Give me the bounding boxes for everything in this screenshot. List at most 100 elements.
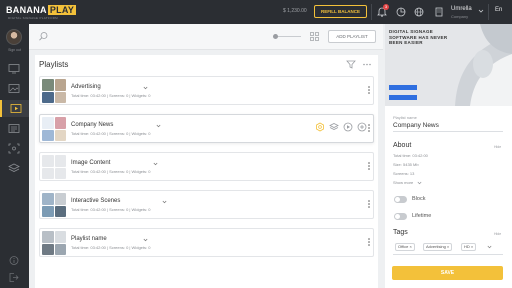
logo-text-b: PLAY: [47, 5, 77, 15]
playlist-name: Advertising: [71, 84, 101, 90]
chevron-down-icon[interactable]: [143, 86, 148, 90]
globe-icon[interactable]: [413, 6, 425, 18]
playlist-meta: Total time: 03:42:00 | Screens: 0 | Widg…: [71, 93, 151, 98]
about-size: Size: 5435 Mb: [393, 162, 419, 167]
playlist-icon: [10, 104, 22, 113]
signout-link[interactable]: Sign out: [3, 48, 26, 52]
playlist-thumbnail: [42, 79, 66, 103]
playlist-row-interactive-scenes[interactable]: Interactive Scenes Total time: 03:42:00 …: [39, 190, 374, 219]
playlist-row-playlist-name[interactable]: Playlist name Total time: 03:42:00 | Scr…: [39, 228, 374, 257]
sidebar: Sign out: [0, 24, 29, 288]
header-divider: [488, 4, 489, 20]
logo-tagline: DIGITAL SIGNAGE PLATFORM: [8, 16, 58, 20]
sidebar-item-scenes[interactable]: [0, 140, 29, 157]
play-circle-icon[interactable]: [343, 122, 353, 132]
preview-cta-button: [389, 95, 417, 100]
schedule-list-icon: [8, 124, 20, 133]
sidebar-item-playlists[interactable]: [0, 100, 29, 117]
save-button[interactable]: SAVE: [392, 266, 503, 280]
sidebar-item-logout[interactable]: [0, 269, 29, 286]
settings-hex-icon[interactable]: [315, 122, 325, 132]
notification-count-badge: 3: [383, 4, 389, 10]
avatar[interactable]: [6, 29, 22, 45]
tag-label: Advertising: [426, 244, 446, 249]
tag-chip[interactable]: Office ×: [395, 243, 415, 251]
playlist-meta: Total time: 03:42:00 | Screens: 0 | Widg…: [71, 131, 151, 136]
chevron-down-icon[interactable]: [162, 200, 167, 204]
sidebar-item-screens[interactable]: [0, 60, 29, 77]
header-divider: [371, 4, 372, 20]
playlist-name: Interactive Scenes: [71, 198, 121, 204]
image-gallery-icon: [8, 84, 20, 93]
chevron-down-icon[interactable]: [156, 124, 161, 128]
zoom-slider-handle[interactable]: [273, 34, 278, 39]
input-underline: [393, 131, 503, 132]
row-more-icon[interactable]: [368, 86, 370, 95]
grid-view-icon[interactable]: [309, 31, 320, 42]
panel-title: Playlists: [39, 60, 69, 69]
more-horizontal-icon[interactable]: [362, 63, 372, 66]
analytics-pie-icon[interactable]: [395, 6, 407, 18]
about-screens: Screens: 13: [393, 171, 415, 176]
lifetime-toggle[interactable]: [394, 213, 407, 220]
playlist-row-advertising[interactable]: Advertising Total time: 03:42:00 | Scree…: [39, 76, 374, 105]
playlist-thumbnail: [42, 193, 66, 217]
user-menu-chevron-down-icon[interactable]: [478, 8, 484, 14]
filter-icon[interactable]: [346, 60, 356, 69]
playlist-name: Image Content: [71, 160, 111, 166]
playlist-meta: Total time: 03:42:00 | Screens: 0 | Widg…: [71, 169, 151, 174]
playlist-meta: Total time: 03:42:00 | Screens: 0 | Widg…: [71, 207, 151, 212]
user-company: Company: [451, 14, 469, 19]
language-switcher[interactable]: En: [495, 7, 502, 13]
tag-label: HD: [464, 244, 470, 249]
playlist-thumbnail: [42, 117, 66, 141]
balance-amount: $ 1,230.00: [283, 8, 307, 14]
sidebar-item-info[interactable]: [0, 252, 29, 269]
logout-icon: [9, 273, 19, 282]
block-toggle[interactable]: [394, 196, 407, 203]
brand-logo[interactable]: BANANA PLAY: [6, 5, 77, 15]
playlist-row-company-news[interactable]: Company News Total time: 03:42:00 | Scre…: [39, 114, 374, 143]
row-more-icon[interactable]: [368, 238, 370, 247]
playlist-name: Playlist name: [71, 236, 107, 242]
tags-dropdown-chevron-icon[interactable]: [487, 245, 492, 249]
chevron-down-icon[interactable]: [143, 238, 148, 242]
playlist-thumbnail: [42, 231, 66, 255]
info-circle-icon: [9, 256, 19, 265]
sidebar-item-layers[interactable]: [0, 160, 29, 177]
layers-icon: [8, 163, 20, 172]
logo-text-a: BANANA: [6, 5, 47, 15]
chevron-down-icon[interactable]: [153, 162, 158, 166]
screen-monitor-icon: [8, 64, 20, 74]
block-label: Block: [412, 196, 426, 202]
layers-icon[interactable]: [329, 122, 339, 132]
about-heading: About: [393, 142, 412, 149]
playlist-name-label: Playlist name: [393, 115, 417, 120]
refill-balance-button[interactable]: REFILL BALANCE: [314, 5, 367, 18]
tag-chip[interactable]: HD ×: [461, 243, 477, 251]
chevron-down-icon[interactable]: [417, 181, 422, 185]
sidebar-item-schedule[interactable]: [0, 120, 29, 137]
about-hide-link[interactable]: Hide: [494, 145, 501, 149]
tag-chip[interactable]: Advertising ×: [423, 243, 453, 251]
preview-headline: DIGITAL SIGNAGE SOFTWARE HAS NEVER BEEN …: [389, 29, 448, 45]
add-circle-icon[interactable]: [357, 122, 367, 132]
playlist-thumbnail: [42, 155, 66, 179]
row-more-icon[interactable]: [368, 162, 370, 171]
lifetime-label: Lifetime: [412, 213, 432, 219]
about-total-time: Total time: 03:42:00: [393, 153, 428, 158]
user-name[interactable]: Umrella: [451, 6, 472, 12]
row-more-icon[interactable]: [368, 200, 370, 209]
tags-input-underline: [393, 254, 503, 255]
sidebar-item-media[interactable]: [0, 80, 29, 97]
preview-cta-button: [389, 85, 417, 90]
add-playlist-button[interactable]: ADD PLAYLIST: [328, 30, 376, 43]
tags-hide-link[interactable]: Hide: [494, 232, 501, 236]
company-building-icon[interactable]: [433, 6, 445, 18]
show-more-link[interactable]: Show more: [393, 180, 413, 185]
playlist-name-input[interactable]: Company News: [393, 122, 439, 129]
playlist-row-image-content[interactable]: Image Content Total time: 03:42:00 | Scr…: [39, 152, 374, 181]
search-icon[interactable]: [38, 31, 49, 42]
playlist-name: Company News: [71, 122, 114, 128]
row-more-icon[interactable]: [368, 124, 370, 133]
